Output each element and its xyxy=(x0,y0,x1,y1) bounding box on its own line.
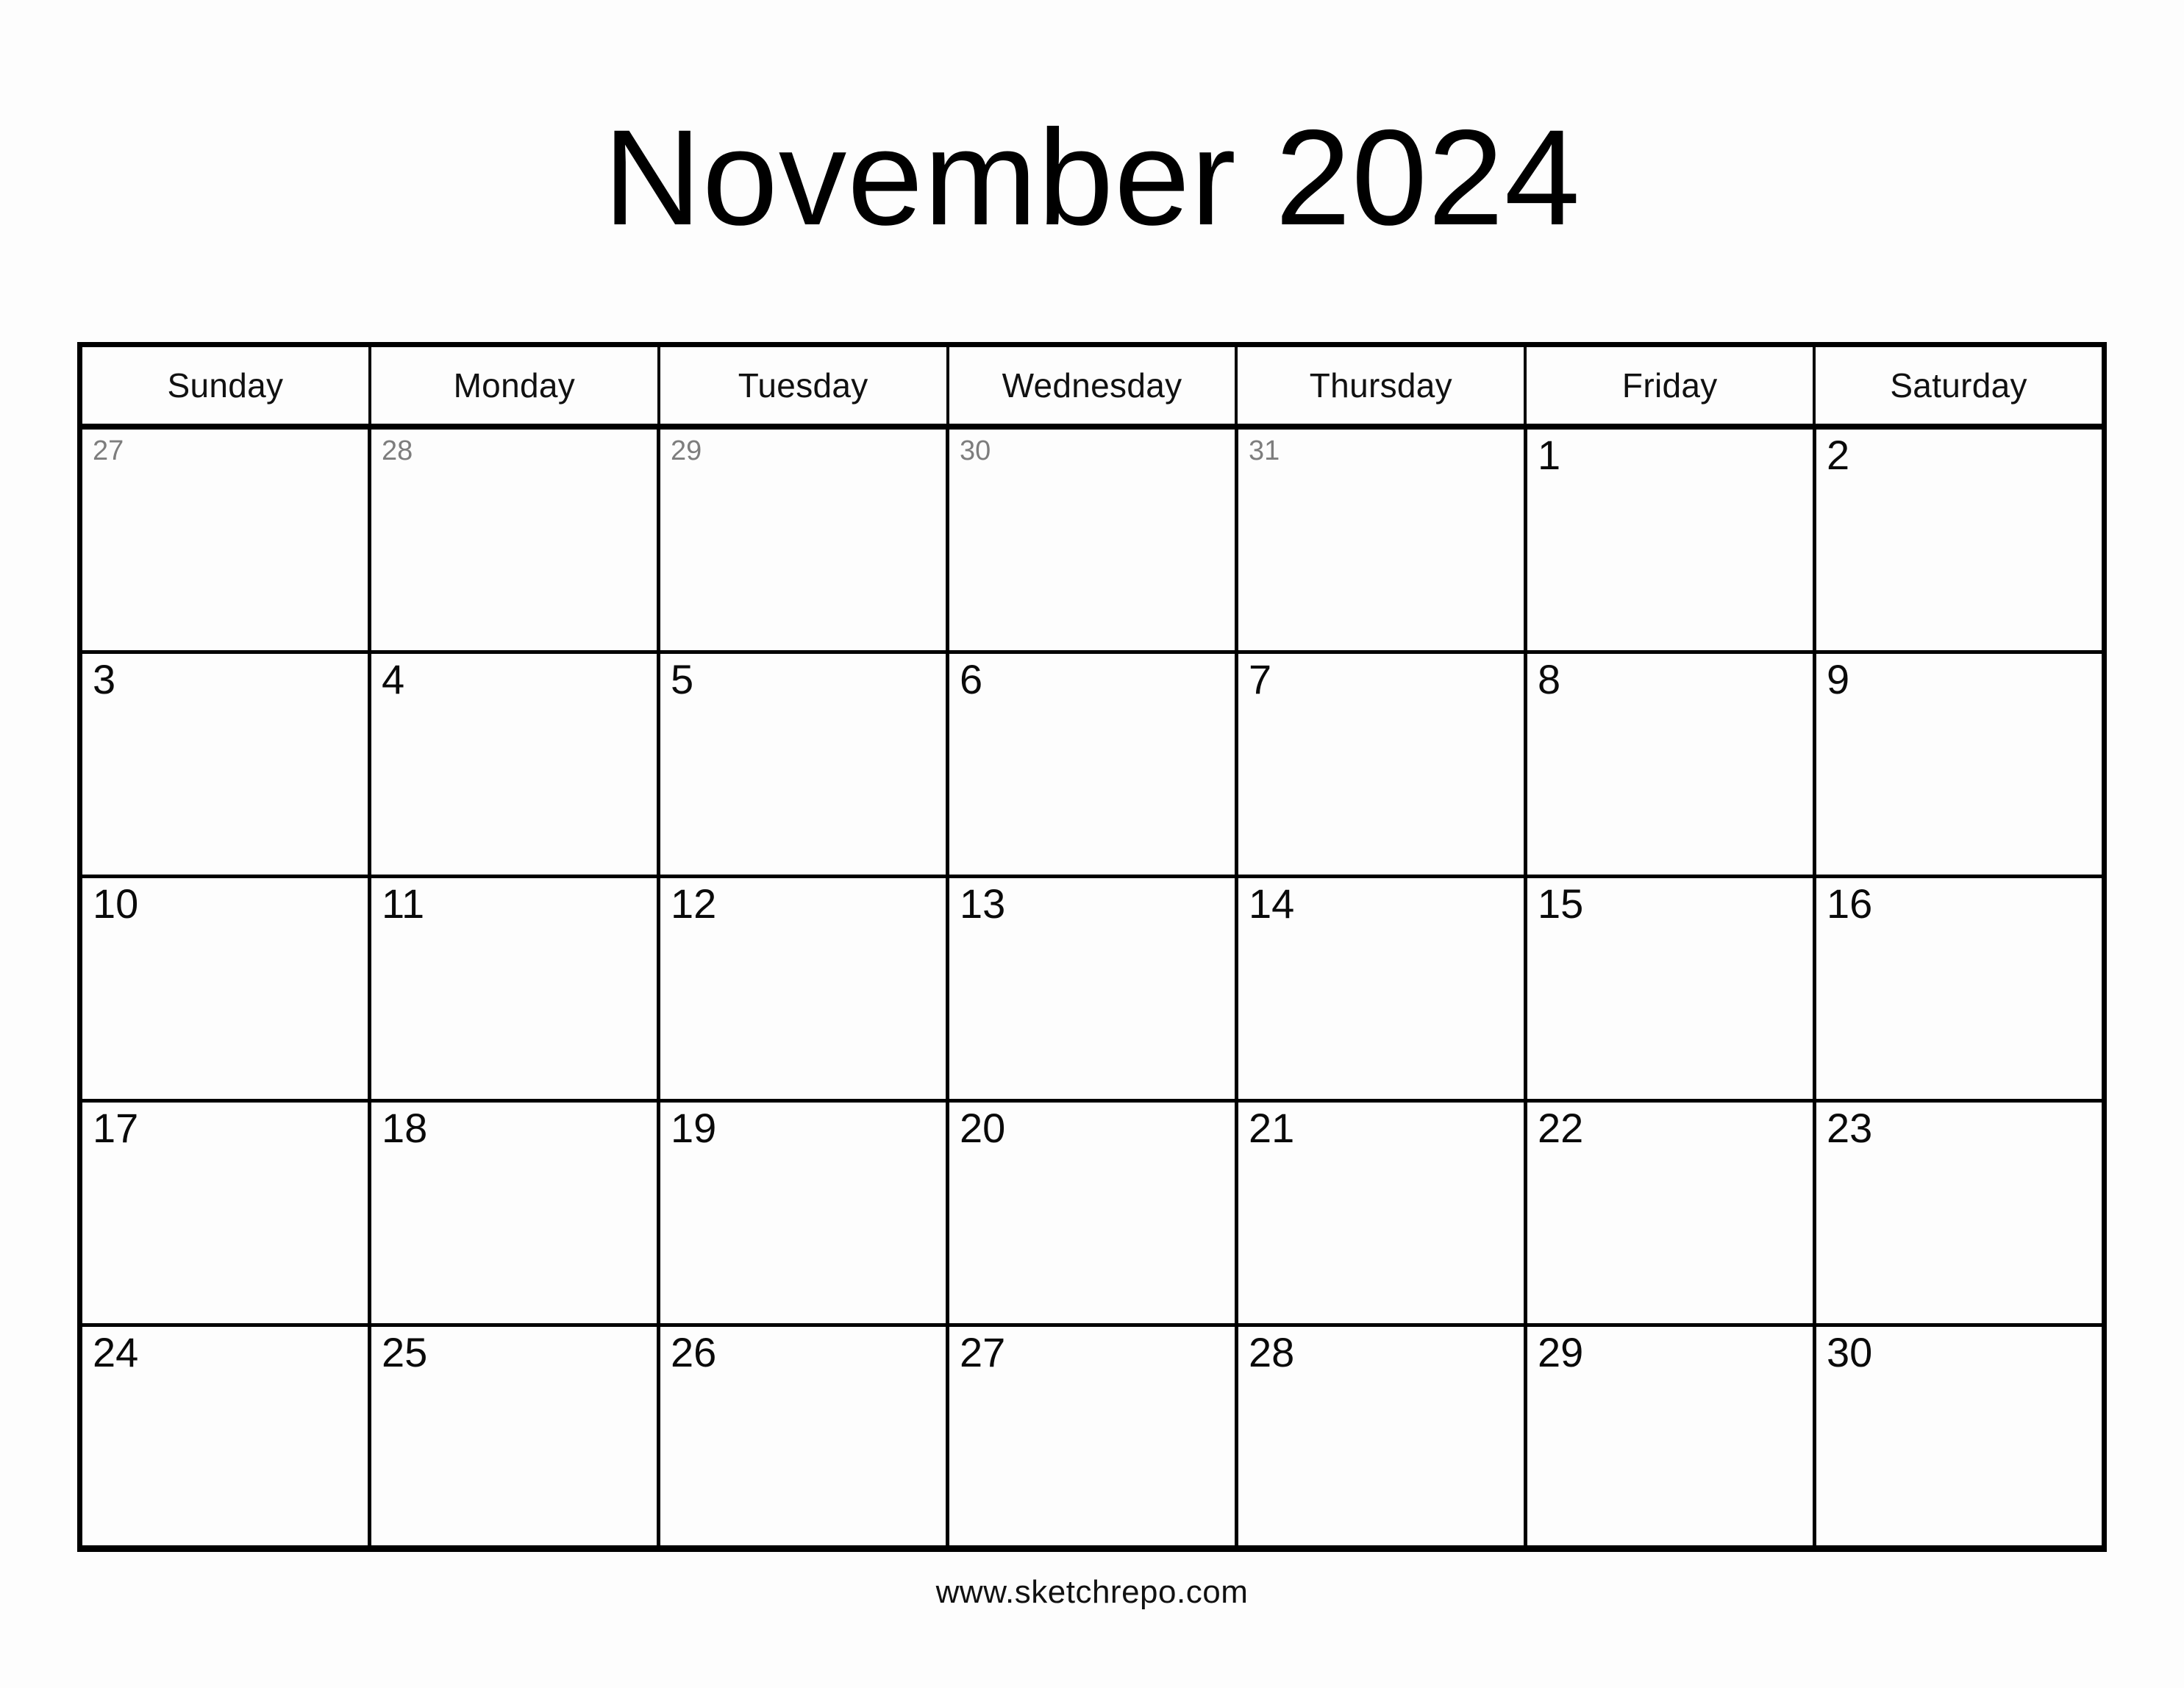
weekday-header-wednesday: Wednesday xyxy=(949,347,1238,424)
weekday-label: Tuesday xyxy=(738,366,868,405)
day-number: 28 xyxy=(1249,1329,1295,1375)
week-row: 10 11 12 13 14 15 16 xyxy=(82,878,2102,1103)
day-cell[interactable]: 30 xyxy=(1816,1327,2102,1551)
day-number: 10 xyxy=(93,880,139,927)
day-number: 22 xyxy=(1538,1105,1584,1151)
day-cell[interactable]: 5 xyxy=(660,654,949,875)
day-number: 5 xyxy=(671,656,694,702)
day-number: 19 xyxy=(671,1105,717,1151)
day-number: 30 xyxy=(1827,1329,1873,1375)
day-cell[interactable]: 13 xyxy=(949,878,1238,1099)
day-cell[interactable]: 12 xyxy=(660,878,949,1099)
day-cell[interactable]: 23 xyxy=(1816,1103,2102,1323)
day-cell[interactable]: 18 xyxy=(371,1103,660,1323)
weekday-label: Sunday xyxy=(167,366,284,405)
day-cell[interactable]: 17 xyxy=(82,1103,371,1323)
day-cell[interactable]: 31 xyxy=(1238,430,1527,650)
weekday-label: Saturday xyxy=(1890,366,2027,405)
day-cell[interactable]: 3 xyxy=(82,654,371,875)
day-number: 14 xyxy=(1249,880,1295,927)
day-cell[interactable]: 6 xyxy=(949,654,1238,875)
day-cell[interactable]: 2 xyxy=(1816,430,2102,650)
footer: www.sketchrepo.com xyxy=(0,1574,2184,1611)
day-number: 7 xyxy=(1249,656,1272,702)
day-number: 20 xyxy=(960,1105,1006,1151)
day-cell[interactable]: 10 xyxy=(82,878,371,1099)
day-number: 8 xyxy=(1538,656,1561,702)
week-row: 27 28 29 30 31 1 2 xyxy=(82,430,2102,654)
day-cell[interactable]: 8 xyxy=(1527,654,1816,875)
day-number: 25 xyxy=(382,1329,428,1375)
weekday-header-sunday: Sunday xyxy=(82,347,371,424)
day-cell[interactable]: 7 xyxy=(1238,654,1527,875)
day-number: 4 xyxy=(382,656,405,702)
day-number: 27 xyxy=(960,1329,1006,1375)
day-cell[interactable]: 16 xyxy=(1816,878,2102,1099)
day-number: 6 xyxy=(960,656,983,702)
week-row: 17 18 19 20 21 22 23 xyxy=(82,1103,2102,1327)
day-number: 17 xyxy=(93,1105,139,1151)
day-number: 16 xyxy=(1827,880,1873,927)
day-number: 31 xyxy=(1249,435,1280,466)
day-number: 18 xyxy=(382,1105,428,1151)
day-cell[interactable]: 27 xyxy=(949,1327,1238,1551)
weekday-header-thursday: Thursday xyxy=(1238,347,1527,424)
day-cell[interactable]: 28 xyxy=(371,430,660,650)
day-number: 28 xyxy=(382,435,413,466)
day-cell[interactable]: 15 xyxy=(1527,878,1816,1099)
weekday-header-saturday: Saturday xyxy=(1816,347,2102,424)
day-number: 13 xyxy=(960,880,1006,927)
weekday-label: Friday xyxy=(1621,366,1718,405)
day-number: 26 xyxy=(671,1329,717,1375)
weekday-label: Wednesday xyxy=(1002,366,1182,405)
day-number: 12 xyxy=(671,880,717,927)
day-number: 21 xyxy=(1249,1105,1295,1151)
day-number: 29 xyxy=(1538,1329,1584,1375)
day-cell[interactable]: 26 xyxy=(660,1327,949,1551)
day-cell[interactable]: 11 xyxy=(371,878,660,1099)
day-cell[interactable]: 30 xyxy=(949,430,1238,650)
weekday-header-monday: Monday xyxy=(371,347,660,424)
day-number: 23 xyxy=(1827,1105,1873,1151)
page-title: November 2024 xyxy=(0,110,2184,246)
day-cell[interactable]: 9 xyxy=(1816,654,2102,875)
weekday-label: Thursday xyxy=(1309,366,1452,405)
day-number: 9 xyxy=(1827,656,1850,702)
calendar-title: November 2024 xyxy=(603,102,1581,254)
day-cell[interactable]: 14 xyxy=(1238,878,1527,1099)
day-cell[interactable]: 1 xyxy=(1527,430,1816,650)
day-number: 27 xyxy=(93,435,124,466)
day-number: 11 xyxy=(382,880,425,927)
day-cell[interactable]: 27 xyxy=(82,430,371,650)
day-cell[interactable]: 22 xyxy=(1527,1103,1816,1323)
day-number: 30 xyxy=(960,435,991,466)
week-row: 24 25 26 27 28 29 30 xyxy=(82,1327,2102,1551)
weekday-header-friday: Friday xyxy=(1527,347,1816,424)
day-cell[interactable]: 28 xyxy=(1238,1327,1527,1551)
day-number: 2 xyxy=(1827,432,1850,478)
day-number: 29 xyxy=(671,435,702,466)
day-number: 3 xyxy=(93,656,116,702)
day-cell[interactable]: 25 xyxy=(371,1327,660,1551)
day-cell[interactable]: 20 xyxy=(949,1103,1238,1323)
calendar-page: November 2024 Sunday Monday Tuesday Wedn… xyxy=(0,0,2184,1688)
day-cell[interactable]: 24 xyxy=(82,1327,371,1551)
day-number: 1 xyxy=(1538,432,1561,478)
day-number: 15 xyxy=(1538,880,1584,927)
weekday-header-tuesday: Tuesday xyxy=(660,347,949,424)
weekday-label: Monday xyxy=(453,366,576,405)
day-cell[interactable]: 29 xyxy=(1527,1327,1816,1551)
day-cell[interactable]: 21 xyxy=(1238,1103,1527,1323)
day-cell[interactable]: 29 xyxy=(660,430,949,650)
week-row: 3 4 5 6 7 8 9 xyxy=(82,654,2102,878)
day-cell[interactable]: 4 xyxy=(371,654,660,875)
source-url: www.sketchrepo.com xyxy=(935,1574,1249,1610)
weekday-header-row: Sunday Monday Tuesday Wednesday Thursday… xyxy=(82,347,2102,430)
day-number: 24 xyxy=(93,1329,139,1375)
day-cell[interactable]: 19 xyxy=(660,1103,949,1323)
calendar-grid: Sunday Monday Tuesday Wednesday Thursday… xyxy=(77,342,2107,1552)
